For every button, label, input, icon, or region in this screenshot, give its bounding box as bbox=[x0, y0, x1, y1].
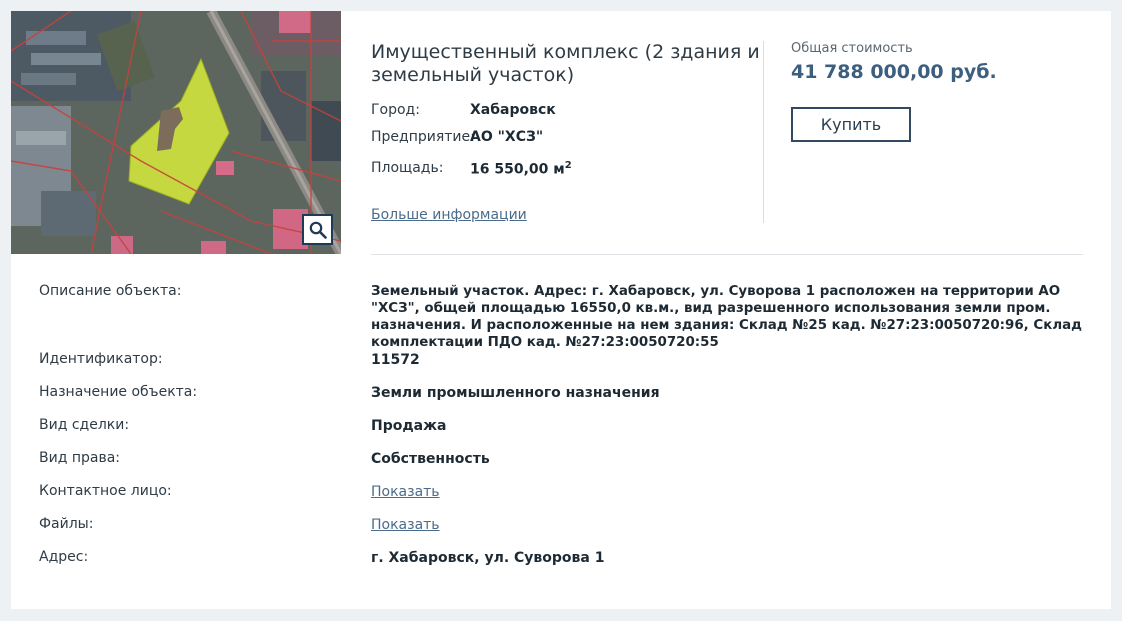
spec-label: Город: bbox=[371, 102, 420, 118]
magnifier-icon bbox=[309, 221, 327, 239]
show-contact-link[interactable]: Показать bbox=[371, 484, 440, 500]
price-label: Общая стоимость bbox=[791, 41, 913, 56]
detail-label-contact: Контактное лицо: bbox=[39, 483, 172, 499]
detail-value-description: Земельный участок. Адрес: г. Хабаровск, … bbox=[371, 284, 1082, 350]
spec-label: Площадь: bbox=[371, 160, 444, 176]
price-value: 41 788 000,00 руб. bbox=[791, 61, 997, 83]
detail-value-purpose: Земли промышленного назначения bbox=[371, 385, 660, 401]
vertical-divider bbox=[763, 41, 764, 223]
detail-label-description: Описание объекта: bbox=[39, 283, 182, 299]
listing-title: Имущественный комплекс (2 здания и земел… bbox=[371, 41, 760, 86]
spec-label: Предприятие: bbox=[371, 129, 475, 145]
detail-label-deal-type: Вид сделки: bbox=[39, 417, 130, 433]
more-info-link[interactable]: Больше информации bbox=[371, 207, 527, 223]
satellite-map-thumbnail[interactable] bbox=[11, 11, 341, 254]
detail-label-identifier: Идентификатор: bbox=[39, 351, 163, 367]
detail-label-files: Файлы: bbox=[39, 516, 94, 532]
spec-value-area: 16 550,00 м2 bbox=[470, 160, 572, 178]
detail-label-right-type: Вид права: bbox=[39, 450, 120, 466]
property-card: Имущественный комплекс (2 здания и земел… bbox=[11, 11, 1111, 609]
detail-value-identifier: 11572 bbox=[371, 352, 420, 368]
satellite-image bbox=[11, 11, 341, 254]
detail-value-right-type: Собственность bbox=[371, 451, 490, 467]
detail-value-address: г. Хабаровск, ул. Суворова 1 bbox=[371, 550, 605, 566]
zoom-button[interactable] bbox=[302, 214, 333, 245]
detail-value-deal-type: Продажа bbox=[371, 418, 447, 434]
buy-button[interactable]: Купить bbox=[791, 107, 911, 142]
spec-value: АО "ХСЗ" bbox=[470, 129, 544, 145]
detail-label-purpose: Назначение объекта: bbox=[39, 384, 198, 400]
area-unit-superscript: 2 bbox=[564, 160, 572, 171]
area-value: 16 550,00 м bbox=[470, 161, 565, 178]
detail-label-address: Адрес: bbox=[39, 549, 89, 565]
show-files-link[interactable]: Показать bbox=[371, 517, 440, 533]
horizontal-divider bbox=[371, 254, 1083, 255]
spec-value: Хабаровск bbox=[470, 102, 556, 118]
